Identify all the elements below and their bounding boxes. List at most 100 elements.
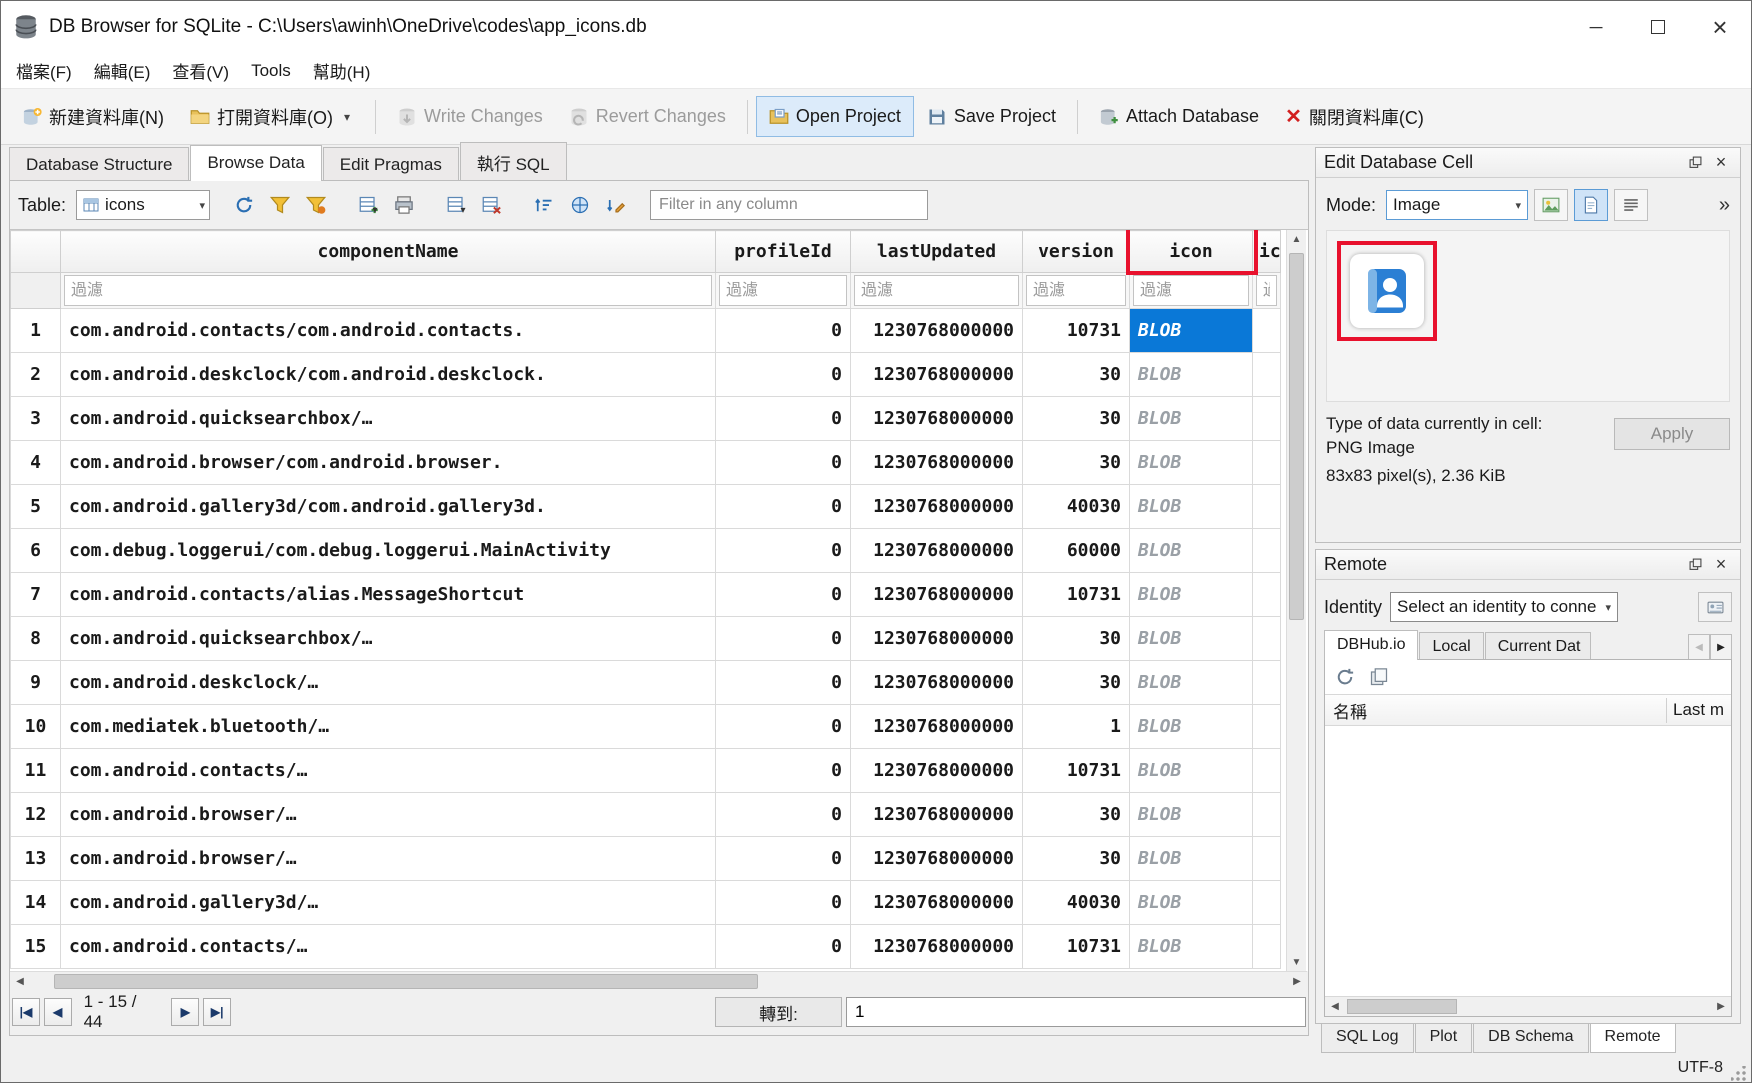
identity-settings-button[interactable] — [1698, 592, 1732, 622]
profile-id-cell[interactable]: 0 — [716, 617, 851, 661]
row-number-cell[interactable]: 6 — [11, 529, 61, 573]
extra-cell[interactable] — [1253, 397, 1281, 441]
extra-cell[interactable] — [1253, 661, 1281, 705]
table-row[interactable]: 10 com.mediatek.bluetooth/… 0 1230768000… — [11, 705, 1281, 749]
row-number-cell[interactable]: 4 — [11, 441, 61, 485]
edit-cell-panel-header[interactable]: Edit Database Cell × — [1316, 148, 1740, 178]
new-database-button[interactable]: 新建資料庫(N) — [9, 94, 177, 140]
menu-help[interactable]: 幫助(H) — [302, 53, 382, 88]
version-cell[interactable]: 30 — [1023, 837, 1130, 881]
filter-icon-input[interactable] — [1133, 275, 1249, 306]
filter-profileId-input[interactable] — [719, 275, 847, 306]
extra-cell[interactable] — [1253, 485, 1281, 529]
remote-scroll-track[interactable] — [1345, 997, 1711, 1016]
duplicate-record-button[interactable]: ▾ — [440, 190, 472, 220]
remote-last-modified-header[interactable]: Last m — [1667, 700, 1731, 720]
goto-record-input[interactable] — [846, 997, 1306, 1027]
table-row[interactable]: 6 com.debug.loggerui/com.debug.loggerui.… — [11, 529, 1281, 573]
revert-changes-button[interactable]: Revert Changes — [556, 96, 739, 137]
component-name-cell[interactable]: com.debug.loggerui/com.debug.loggerui.Ma… — [61, 529, 716, 573]
goto-button[interactable]: 轉到: — [715, 997, 842, 1027]
remote-tab-dbhub[interactable]: DBHub.io — [1324, 630, 1418, 660]
row-number-cell[interactable]: 8 — [11, 617, 61, 661]
dock-tab-sql-log[interactable]: SQL Log — [1321, 1024, 1414, 1053]
column-header-icon[interactable]: icon — [1130, 231, 1253, 273]
icon-blob-cell[interactable]: BLOB — [1130, 837, 1253, 881]
version-cell[interactable]: 10731 — [1023, 925, 1130, 969]
refresh-button[interactable] — [228, 190, 260, 220]
dock-tab-plot[interactable]: Plot — [1415, 1024, 1473, 1053]
close-panel-button[interactable]: × — [1708, 151, 1734, 175]
profile-id-cell[interactable]: 0 — [716, 353, 851, 397]
resize-grip[interactable] — [1731, 1066, 1747, 1082]
last-updated-cell[interactable]: 1230768000000 — [851, 881, 1023, 925]
remote-horizontal-scrollbar[interactable]: ◀ ▶ — [1325, 996, 1731, 1016]
encoding-indicator[interactable]: UTF-8 — [1678, 1059, 1723, 1077]
version-cell[interactable]: 30 — [1023, 617, 1130, 661]
table-row[interactable]: 4 com.android.browser/com.android.browse… — [11, 441, 1281, 485]
scroll-down-icon[interactable]: ▼ — [1287, 953, 1306, 971]
remote-refresh-button[interactable] — [1331, 664, 1359, 690]
row-number-cell[interactable]: 14 — [11, 881, 61, 925]
last-updated-cell[interactable]: 1230768000000 — [851, 661, 1023, 705]
column-header-lastUpdated[interactable]: lastUpdated — [851, 231, 1023, 273]
table-row[interactable]: 2 com.android.deskclock/com.android.desk… — [11, 353, 1281, 397]
text-view-button[interactable] — [1574, 189, 1608, 221]
version-cell[interactable]: 30 — [1023, 793, 1130, 837]
icon-blob-cell[interactable]: BLOB — [1130, 881, 1253, 925]
version-cell[interactable]: 30 — [1023, 353, 1130, 397]
component-name-cell[interactable]: com.android.browser/… — [61, 793, 716, 837]
row-number-cell[interactable]: 7 — [11, 573, 61, 617]
horizontal-scrollbar[interactable]: ◀ ▶ — [10, 971, 1307, 991]
last-updated-cell[interactable]: 1230768000000 — [851, 793, 1023, 837]
row-number-cell[interactable]: 3 — [11, 397, 61, 441]
last-updated-cell[interactable]: 1230768000000 — [851, 485, 1023, 529]
remote-scroll-left-icon[interactable]: ◀ — [1325, 997, 1345, 1016]
remote-table-empty[interactable] — [1325, 726, 1731, 996]
tab-browse-data[interactable]: Browse Data — [190, 145, 321, 181]
titlebar[interactable]: DB Browser for SQLite - C:\Users\awinh\O… — [1, 1, 1751, 53]
icon-blob-cell[interactable]: BLOB — [1130, 529, 1253, 573]
filter-componentName-input[interactable] — [64, 275, 712, 306]
insert-record-dropdown-icon[interactable]: ▾ — [373, 205, 378, 219]
table-row[interactable]: 11 com.android.contacts/… 0 123076800000… — [11, 749, 1281, 793]
maximize-button[interactable] — [1627, 1, 1689, 53]
profile-id-cell[interactable]: 0 — [716, 793, 851, 837]
profile-id-cell[interactable]: 0 — [716, 397, 851, 441]
profile-id-cell[interactable]: 0 — [716, 705, 851, 749]
table-row[interactable]: 1 com.android.contacts/com.android.conta… — [11, 309, 1281, 353]
word-wrap-button[interactable] — [1614, 189, 1648, 221]
table-row[interactable]: 12 com.android.browser/… 0 1230768000000… — [11, 793, 1281, 837]
remote-clone-button[interactable] — [1365, 664, 1393, 690]
open-project-button[interactable]: Open Project — [756, 96, 914, 137]
extra-cell[interactable] — [1253, 749, 1281, 793]
menu-tools[interactable]: Tools — [240, 56, 302, 86]
version-cell[interactable]: 60000 — [1023, 529, 1130, 573]
remote-scroll-thumb[interactable] — [1347, 999, 1457, 1014]
version-cell[interactable]: 1 — [1023, 705, 1130, 749]
table-row[interactable]: 15 com.android.contacts/… 0 123076800000… — [11, 925, 1281, 969]
corner-header-cell[interactable] — [11, 231, 61, 273]
profile-id-cell[interactable]: 0 — [716, 441, 851, 485]
duplicate-record-dropdown-icon[interactable]: ▾ — [461, 205, 466, 219]
row-number-cell[interactable]: 2 — [11, 353, 61, 397]
menu-view[interactable]: 查看(V) — [161, 53, 240, 88]
row-number-cell[interactable]: 1 — [11, 309, 61, 353]
open-database-dropdown-icon[interactable]: ▾ — [340, 110, 354, 124]
freeze-columns-button[interactable] — [564, 190, 596, 220]
icon-blob-cell[interactable]: BLOB — [1130, 309, 1253, 353]
filter-lastUpdated-input[interactable] — [854, 275, 1019, 306]
component-name-cell[interactable]: com.android.contacts/alias.MessageShortc… — [61, 573, 716, 617]
row-number-cell[interactable]: 15 — [11, 925, 61, 969]
mode-select[interactable]: Image ▾ — [1386, 190, 1528, 220]
save-project-button[interactable]: Save Project — [914, 96, 1069, 137]
dock-tab-remote[interactable]: Remote — [1590, 1023, 1676, 1053]
row-number-cell[interactable]: 11 — [11, 749, 61, 793]
last-updated-cell[interactable]: 1230768000000 — [851, 397, 1023, 441]
icon-blob-cell[interactable]: BLOB — [1130, 749, 1253, 793]
last-updated-cell[interactable]: 1230768000000 — [851, 309, 1023, 353]
component-name-cell[interactable]: com.android.contacts/com.android.contact… — [61, 309, 716, 353]
profile-id-cell[interactable]: 0 — [716, 661, 851, 705]
component-name-cell[interactable]: com.android.deskclock/… — [61, 661, 716, 705]
component-name-cell[interactable]: com.android.contacts/… — [61, 749, 716, 793]
